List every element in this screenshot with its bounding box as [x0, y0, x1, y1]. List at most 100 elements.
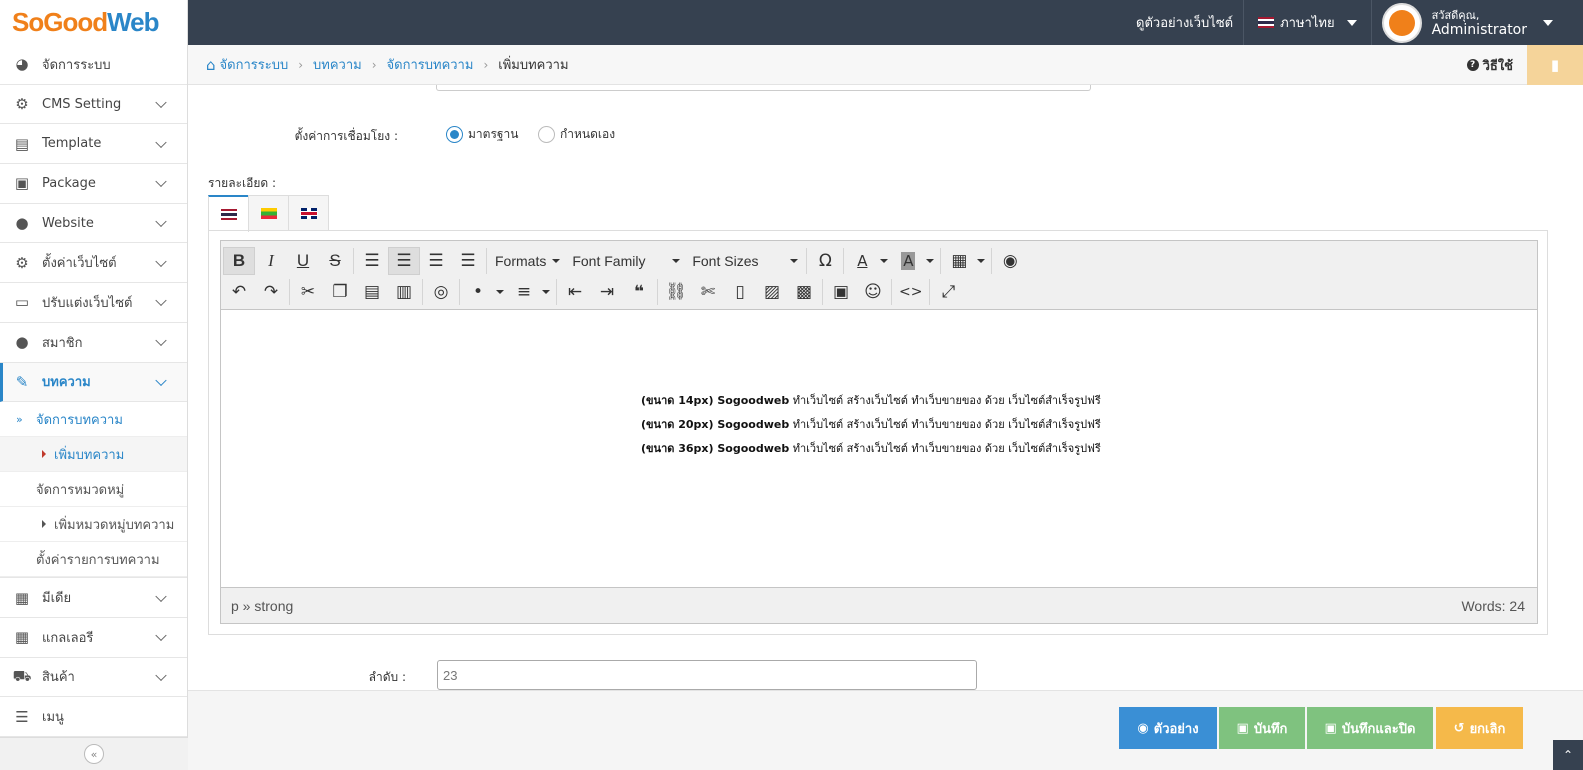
editor-content-area[interactable]: (ขนาด 14px) Sogoodweb ทำเว็บไซต์ สร้างเว…	[221, 310, 1537, 588]
sidebar-item-package[interactable]: ▣ Package	[0, 164, 187, 204]
tab-thai[interactable]	[208, 195, 249, 232]
sidebar-item-gallery[interactable]: ▦ แกลเลอรี	[0, 618, 187, 658]
previous-input-field[interactable]	[436, 85, 1091, 91]
content-text: ทำเว็บไซต์ สร้างเว็บไซต์ ทำเว็บขายของ ด้…	[789, 442, 1101, 455]
breadcrumb-item-system[interactable]: ⌂ จัดการระบบ	[206, 54, 288, 75]
logo[interactable]: SoGoodWeb	[0, 0, 188, 45]
sidebar-item-label: จัดการระบบ	[42, 57, 111, 73]
paste-text-icon[interactable]: ▥	[388, 278, 420, 306]
chevron-down-icon	[155, 96, 167, 109]
font-sizes-dropdown[interactable]: Font Sizes	[686, 247, 804, 275]
bold-button[interactable]: B	[223, 246, 255, 275]
menu-icon: ☰	[15, 707, 29, 726]
element-path[interactable]: p » strong	[231, 598, 293, 614]
submenu-manage-articles[interactable]: » จัดการบทความ	[0, 402, 187, 438]
preview-button[interactable]: ◉ ตัวอย่าง	[1119, 707, 1217, 749]
undo-icon[interactable]: ↶	[223, 278, 255, 306]
link-setting-row: ตั้งค่าการเชื่อมโยง : มาตรฐาน กำหนดเอง	[188, 123, 988, 147]
submenu-add-category[interactable]: เพิ่มหมวดหมู่บทความ	[0, 507, 187, 543]
sidebar-item-products[interactable]: ⛟ สินค้า	[0, 658, 187, 698]
button-label: บันทึกและปิด	[1341, 721, 1416, 737]
submenu-label: เพิ่มหมวดหมู่บทความ	[54, 517, 175, 533]
view-site-link[interactable]: ดูตัวอย่างเว็บไซต์	[1126, 0, 1245, 45]
sidebar-item-media[interactable]: ▦ มีเดีย	[0, 578, 187, 618]
save-button[interactable]: ▣ บันทึก	[1219, 707, 1305, 749]
sidebar-item-label: Website	[42, 215, 94, 231]
cut-icon[interactable]: ✂	[292, 278, 324, 306]
sidebar-item-articles[interactable]: ✎ บทความ	[0, 362, 187, 403]
background-color-icon[interactable]: A	[892, 247, 924, 275]
cancel-button[interactable]: ↺ ยกเลิก	[1436, 707, 1523, 749]
scroll-to-top-icon[interactable]: ⌃	[1553, 740, 1583, 770]
find-replace-icon[interactable]: ◎	[425, 278, 457, 306]
outdent-icon[interactable]: ⇤	[559, 278, 591, 306]
content-bold-prefix: (ขนาด 20px) Sogoodweb	[641, 418, 790, 431]
order-input[interactable]: 23	[437, 660, 977, 690]
logo-web: Web	[107, 7, 159, 37]
video-icon[interactable]: ▩	[788, 278, 820, 306]
link-icon[interactable]: ⛓	[660, 278, 692, 306]
paste-icon[interactable]: ▤	[356, 278, 388, 306]
bookmark-icon[interactable]: ▯	[724, 278, 756, 306]
source-code-icon[interactable]: <>	[894, 278, 927, 306]
action-bar: ◉ ตัวอย่าง ▣ บันทึก ▣ บันทึกและปิด ↺ ยกเ…	[188, 690, 1583, 770]
collapse-sidebar-icon[interactable]: «	[84, 744, 104, 764]
sidebar-item-members[interactable]: ● สมาชิก	[0, 323, 187, 363]
submenu-article-list-settings[interactable]: ตั้งค่ารายการบทความ	[0, 542, 187, 578]
submenu-add-article[interactable]: เพิ่มบทความ	[0, 437, 187, 473]
breadcrumb-item-articles[interactable]: บทความ	[313, 54, 362, 75]
book-icon[interactable]: ▮	[1527, 45, 1583, 85]
content-line: (ขนาด 14px) Sogoodweb ทำเว็บไซต์ สร้างเว…	[641, 391, 1101, 409]
emoticon-icon[interactable]: ☺	[857, 278, 889, 306]
sidebar-item-customize[interactable]: ▭ ปรับแต่งเว็บไซต์	[0, 283, 187, 323]
text-color-icon[interactable]: A	[846, 247, 878, 275]
font-family-dropdown[interactable]: Font Family	[566, 247, 686, 275]
tab-english[interactable]	[288, 195, 329, 231]
sidebar-item-cms-setting[interactable]: ⚙ CMS Setting	[0, 85, 187, 125]
underline-button[interactable]: U	[287, 247, 319, 275]
special-char-icon[interactable]: Ω	[809, 247, 841, 275]
blockquote-icon[interactable]: ❝	[623, 278, 655, 306]
italic-button[interactable]: I	[255, 247, 287, 275]
indent-icon[interactable]: ⇥	[591, 278, 623, 306]
chevron-down-icon	[155, 590, 167, 602]
align-justify-icon[interactable]: ☰	[452, 247, 484, 275]
tab-myanmar[interactable]	[248, 195, 289, 231]
content-line: (ขนาด 20px) Sogoodweb ทำเว็บไซต์ สร้างเว…	[641, 415, 1101, 433]
strikethrough-button[interactable]: S	[319, 247, 351, 275]
table-icon[interactable]: ▦	[943, 247, 975, 275]
fullscreen-icon[interactable]: ⤢	[932, 278, 964, 306]
copy-icon[interactable]: ❐	[324, 278, 356, 306]
sidebar-item-system[interactable]: ◕ จัดการระบบ	[0, 45, 187, 85]
sidebar-item-site-settings[interactable]: ⚙ ตั้งค่าเว็บไซต์	[0, 243, 187, 284]
breadcrumb-item-manage-articles[interactable]: จัดการบทความ	[387, 54, 474, 75]
preview-eye-icon[interactable]: ◉	[994, 247, 1026, 275]
radio-custom[interactable]: กำหนดเอง	[538, 125, 615, 144]
language-dropdown[interactable]: ภาษาไทย	[1244, 0, 1372, 45]
formats-dropdown[interactable]: Formats	[489, 247, 566, 275]
sidebar-item-website[interactable]: ● Website	[0, 204, 187, 244]
template-icon: ▤	[14, 134, 30, 153]
sidebar-item-menu[interactable]: ☰ เมนู	[0, 697, 187, 737]
unlink-icon[interactable]: ✄	[692, 278, 724, 306]
numbered-list-icon[interactable]: ≡	[508, 278, 540, 306]
align-left-icon[interactable]: ☰	[356, 247, 388, 275]
media-gallery-icon[interactable]: ▣	[825, 278, 857, 306]
rich-text-editor: B I U S ☰ ☰ ☰ ☰ Formats Font Family Font…	[220, 240, 1538, 624]
bullet-list-icon[interactable]: •	[462, 278, 494, 306]
save-and-close-button[interactable]: ▣ บันทึกและปิด	[1307, 707, 1433, 749]
radio-standard[interactable]: มาตรฐาน	[446, 125, 518, 144]
chevron-down-icon	[155, 334, 167, 347]
submenu-manage-categories[interactable]: จัดการหมวดหมู่	[0, 472, 187, 508]
user-icon: ●	[15, 333, 29, 352]
grid-icon: ▦	[14, 628, 30, 647]
gear-icon: ⚙	[15, 95, 29, 114]
image-icon[interactable]: ▨	[756, 278, 788, 306]
align-center-icon[interactable]: ☰	[388, 246, 420, 275]
help-link[interactable]: ? วิธีใช้	[1466, 45, 1513, 85]
user-menu[interactable]: สวัสดีคุณ, Administrator	[1372, 0, 1583, 45]
align-right-icon[interactable]: ☰	[420, 247, 452, 275]
redo-icon[interactable]: ↷	[255, 278, 287, 306]
sidebar-item-template[interactable]: ▤ Template	[0, 124, 187, 165]
content-bold-prefix: (ขนาด 36px) Sogoodweb	[641, 442, 790, 455]
